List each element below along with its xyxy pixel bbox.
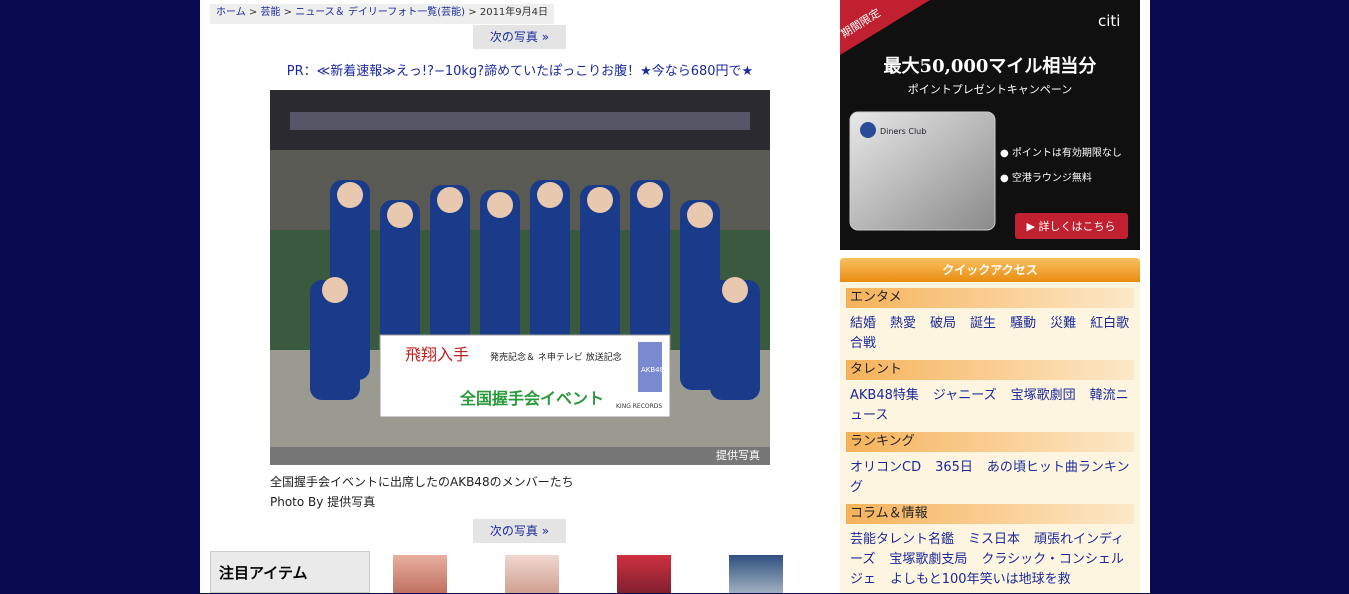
quick-access-link[interactable]: ジャニーズ bbox=[933, 388, 997, 403]
quick-access-link[interactable]: 災難 bbox=[1050, 316, 1076, 331]
quick-access-section-title: コラム＆情報 bbox=[846, 504, 1134, 524]
quick-access-links: 芸能タレント名鑑 ミス日本 頑張れインディーズ 宝塚歌劇支局 クラシック・コンシェルジェ… bbox=[850, 530, 1130, 590]
caption-text: 全国握手会イベントに出席したのAKB48のメンバーたち bbox=[270, 475, 574, 489]
featured-items-heading: 注目アイテム bbox=[210, 551, 370, 593]
photo-caption: 全国握手会イベントに出席したのAKB48のメンバーたち Photo By 提供写… bbox=[270, 472, 574, 512]
quick-access-link[interactable]: 結婚 bbox=[850, 316, 876, 331]
quick-access-section-title: エンタメ bbox=[846, 288, 1134, 308]
photo-credit: 提供写真 bbox=[270, 447, 770, 465]
ad-point-1: ● ポイントは有効期限なし bbox=[1000, 146, 1122, 159]
item-thumbnail[interactable] bbox=[617, 555, 671, 593]
citi-ad-banner[interactable]: 期間限定 citi 最大50,000マイル相当分 ポイントプレゼントキャンペーン… bbox=[840, 0, 1140, 250]
quick-access-link[interactable]: オリコンCD bbox=[850, 460, 921, 475]
quick-access-links: 結婚 熱愛 破局 誕生 騒動 災難 紅白歌合戦 bbox=[850, 314, 1130, 354]
banner-right-text: 発売記念＆ ネ申テレビ 放送記念 bbox=[490, 351, 622, 363]
quick-access-link[interactable]: 宝塚歌劇支局 bbox=[889, 552, 967, 567]
quick-access-link[interactable]: よしもと100年笑いは地球を救 bbox=[890, 572, 1071, 587]
next-photo-button-bottom[interactable]: 次の写真 » bbox=[473, 519, 566, 543]
quick-access-panel: クイックアクセス エンタメ結婚 熱愛 破局 誕生 騒動 災難 紅白歌合戦タレント AKB48特… bbox=[840, 258, 1140, 593]
news-photo[interactable]: 飛翔入手 発売記念＆ ネ申テレビ 放送記念 全国握手会イベント AKB48 KI… bbox=[270, 90, 770, 465]
ad-point-2: ● 空港ラウンジ無料 bbox=[1000, 171, 1092, 184]
quick-access-link[interactable]: 誕生 bbox=[970, 316, 996, 331]
main-page: ホーム > 芸能 > ニュース＆ デイリーフォト一覧(芸能) > 2011年9月… bbox=[200, 0, 1150, 593]
next-photo-button[interactable]: 次の写真 » bbox=[473, 25, 566, 49]
ad-graphic: 期間限定 citi 最大50,000マイル相当分 ポイントプレゼントキャンペーン… bbox=[840, 0, 1128, 239]
photo-scene: 飛翔入手 発売記念＆ ネ申テレビ 放送記念 全国握手会イベント AKB48 KI… bbox=[270, 90, 770, 450]
banner-main-text: 全国握手会イベント bbox=[459, 389, 604, 408]
item-thumbnail[interactable] bbox=[505, 555, 559, 593]
ad-subheadline: ポイントプレゼントキャンペーン bbox=[908, 83, 1072, 96]
quick-access-link[interactable]: ミス日本 bbox=[968, 532, 1020, 547]
breadcrumb-category[interactable]: 芸能 bbox=[260, 7, 280, 18]
quick-access-section-title: タレント bbox=[846, 360, 1134, 380]
pr-link[interactable]: PR：≪新着速報≫えっ!?−10kg?諦めていたぽっこりお腹！★今なら680円で… bbox=[200, 60, 840, 79]
banner-akb-label: AKB48 bbox=[641, 366, 664, 374]
quick-access-link[interactable]: AKB48特集 bbox=[850, 388, 919, 403]
ad-headline: 最大50,000マイル相当分 bbox=[884, 55, 1097, 77]
breadcrumb: ホーム > 芸能 > ニュース＆ デイリーフォト一覧(芸能) > 2011年9月… bbox=[210, 4, 555, 24]
item-thumbnail[interactable] bbox=[393, 555, 447, 593]
quick-access-links: AKB48特集 ジャニーズ 宝塚歌劇団 韓流ニュース bbox=[850, 386, 1130, 426]
card-name: Diners Club bbox=[880, 127, 926, 136]
quick-access-links: オリコンCD 365日 あの頃ヒット曲ランキング bbox=[850, 458, 1130, 498]
quick-access-section-title: ランキング bbox=[846, 432, 1134, 452]
quick-access-link[interactable]: 芸能タレント名鑑 bbox=[850, 532, 954, 547]
item-thumbnail[interactable] bbox=[729, 555, 783, 593]
quick-access-link[interactable]: 熱愛 bbox=[890, 316, 916, 331]
breadcrumb-home[interactable]: ホーム bbox=[216, 7, 246, 18]
breadcrumb-news-list[interactable]: ニュース＆ デイリーフォト一覧(芸能) bbox=[295, 7, 465, 18]
quick-access-link[interactable]: 365日 bbox=[935, 460, 973, 475]
breadcrumb-date: 2011年9月4日 bbox=[479, 7, 549, 18]
banner-left-text: 飛翔入手 bbox=[405, 345, 469, 364]
caption-credit: Photo By 提供写真 bbox=[270, 495, 376, 509]
quick-access-body: エンタメ 結婚 熱愛 破局 誕生 騒動 災難 紅白歌合戦 タレント AKB48特集 ジャニーズ 宝塚歌… bbox=[840, 288, 1140, 590]
citi-logo: citi bbox=[1098, 12, 1120, 30]
ad-cta-button[interactable]: ▶ 詳しくはこちら bbox=[1027, 219, 1116, 233]
quick-access-link[interactable]: 宝塚歌劇団 bbox=[1011, 388, 1076, 403]
quick-access-link[interactable]: 騒動 bbox=[1010, 316, 1036, 331]
quick-access-link[interactable]: 破局 bbox=[930, 316, 956, 331]
quick-access-title: クイックアクセス bbox=[840, 258, 1140, 282]
banner-king-label: KING RECORDS bbox=[616, 403, 662, 410]
